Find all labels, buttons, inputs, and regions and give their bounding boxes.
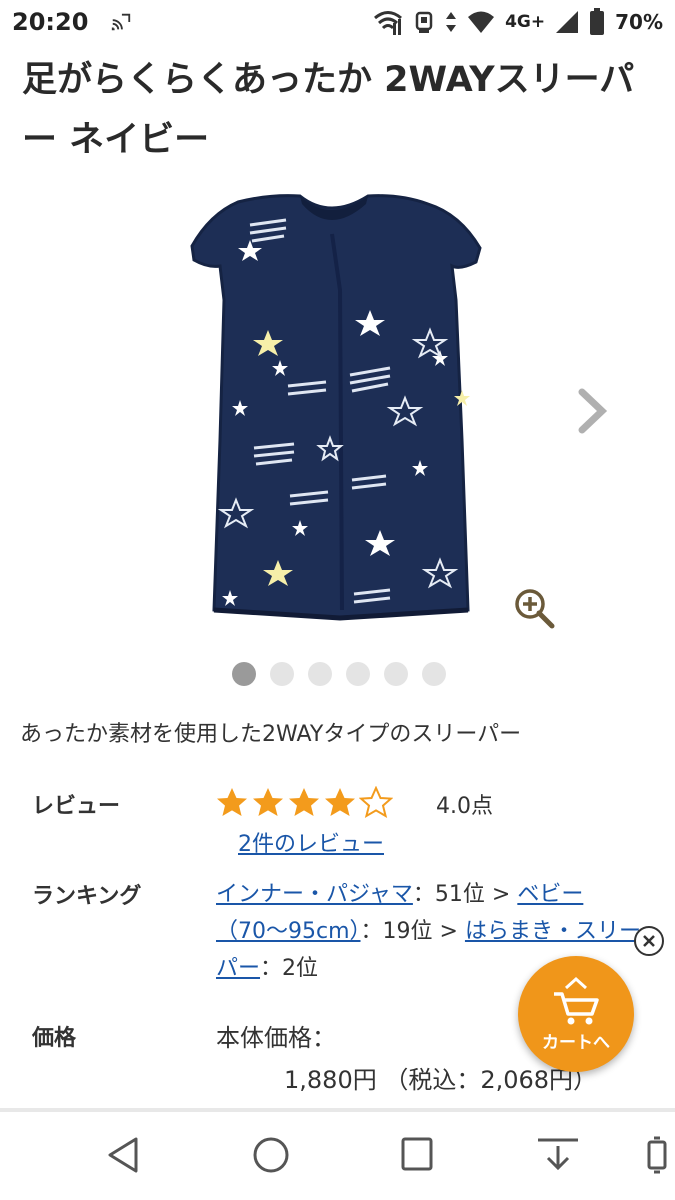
star-filled-icon: [289, 788, 319, 816]
cart-icon: [554, 991, 599, 1024]
back-icon[interactable]: [106, 1136, 140, 1174]
product-image[interactable]: [190, 190, 485, 630]
price-label: 価格: [32, 1026, 77, 1051]
rating-stars: [215, 786, 393, 820]
review-count-link[interactable]: 2件のレビュー: [238, 826, 384, 858]
ranking-separator: >: [484, 882, 518, 907]
ranking-value: ：2位: [260, 956, 319, 981]
wifi-full-icon: [468, 11, 495, 33]
battery-icon: [590, 8, 605, 35]
network-type: 4G+: [505, 12, 546, 32]
carousel-dot[interactable]: [232, 662, 256, 686]
product-description: あったか素材を使用した2WAYタイプのスリーパー: [20, 722, 522, 747]
star-filled-icon: [325, 788, 355, 816]
status-time: 20:20: [12, 8, 89, 36]
alarm-icon: [415, 11, 433, 33]
star-empty-icon: [359, 786, 393, 819]
home-icon[interactable]: [252, 1136, 290, 1174]
next-image-arrow-icon[interactable]: [572, 386, 612, 436]
battery-percent: 70%: [615, 10, 663, 34]
cast-icon: [112, 13, 131, 31]
star-filled-icon: [253, 788, 283, 816]
status-icons: 4G+ 70%: [373, 8, 663, 36]
product-title: 足がらくらくあったか 2WAYスリーパー ネイビー: [22, 60, 635, 160]
ranking-value: ：19位: [360, 919, 433, 944]
recents-icon[interactable]: [400, 1136, 434, 1172]
rotate-icon[interactable]: [646, 1136, 668, 1174]
close-icon: [643, 935, 655, 947]
wifi-icon: [374, 11, 403, 35]
ranking-category-innerwear-link[interactable]: インナー・パジャマ: [216, 882, 413, 907]
review-label: レビュー: [32, 794, 121, 819]
zoom-icon[interactable]: [512, 586, 556, 630]
carousel-dot[interactable]: [422, 662, 446, 686]
system-nav-bar: [0, 1112, 675, 1200]
carousel-dot[interactable]: [346, 662, 370, 686]
ranking-value: ：51位: [412, 882, 485, 907]
review-score: 4.0点: [436, 794, 493, 819]
chevron-up-icon: [564, 976, 588, 989]
cart-button-label: カートへ: [542, 1032, 610, 1053]
carousel-dot[interactable]: [308, 662, 332, 686]
carousel-dots: [232, 662, 446, 686]
ranking-separator: >: [432, 919, 465, 944]
notification-pull-icon[interactable]: [536, 1136, 580, 1174]
signal-icon: [556, 11, 579, 33]
star-filled-icon: [217, 788, 247, 816]
cart-button[interactable]: カートへ: [518, 956, 634, 1072]
carousel-dot[interactable]: [384, 662, 408, 686]
body-price-label: 本体価格：: [216, 1024, 336, 1052]
ranking-label: ランキング: [32, 884, 142, 909]
status-bar: 20:20 4G+ 70%: [0, 0, 675, 44]
close-cart-button[interactable]: [634, 926, 664, 956]
carousel-dot[interactable]: [270, 662, 294, 686]
data-arrows-icon: [446, 12, 457, 32]
